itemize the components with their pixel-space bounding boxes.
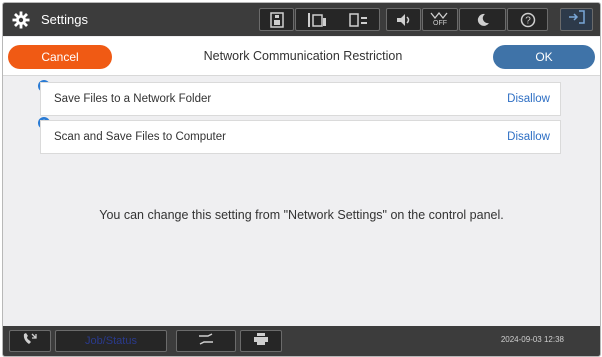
job-status-button[interactable]: Job/Status <box>55 330 167 352</box>
copy-button[interactable] <box>240 330 282 352</box>
wifi-off-label: OFF <box>433 20 447 27</box>
bottom-bar: Job/Status 2024-09-03 12:38 <box>3 326 600 356</box>
printer-icon <box>253 332 269 351</box>
list-item-value: Disallow <box>507 93 550 105</box>
info-message: You can change this setting from "Networ… <box>99 208 504 222</box>
logout-icon <box>568 10 586 29</box>
job-status-label: Job/Status <box>85 335 137 347</box>
logout-button[interactable] <box>560 8 593 31</box>
phone-icon <box>21 332 39 351</box>
status-paper-network[interactable] <box>295 8 380 31</box>
dialog-header: Cancel Network Communication Restriction… <box>3 37 600 76</box>
stop-icon <box>197 332 215 350</box>
wifi-off-icon[interactable]: OFF <box>422 8 458 31</box>
cancel-button[interactable]: Cancel <box>8 45 112 69</box>
ink-level-icon[interactable] <box>259 8 294 31</box>
list-item-value: Disallow <box>507 131 550 143</box>
printer-panel-screen: Settings OFF ? Cancel Network Communicat… <box>2 2 601 357</box>
sound-icon[interactable] <box>386 8 421 31</box>
top-bar: Settings OFF ? <box>3 3 600 36</box>
svg-text:?: ? <box>525 15 531 26</box>
app-title: Settings <box>41 12 88 27</box>
status-group-supplies <box>259 8 380 31</box>
paper-icon <box>306 12 328 28</box>
app-title-area: Settings <box>11 3 88 36</box>
gear-icon <box>11 10 31 30</box>
list-item-save-network-folder[interactable]: Save Files to a Network Folder Disallow <box>40 82 561 116</box>
fax-button[interactable] <box>9 330 51 352</box>
network-icon <box>347 12 369 28</box>
status-group-settings: OFF ? <box>386 8 548 31</box>
list-item-label: Scan and Save Files to Computer <box>54 131 226 143</box>
datetime: 2024-09-03 12:38 <box>500 335 564 344</box>
ok-button[interactable]: OK <box>493 45 595 69</box>
list-item-label: Save Files to a Network Folder <box>54 93 212 105</box>
sleep-icon[interactable] <box>459 8 506 31</box>
page-title: Network Communication Restriction <box>203 49 403 63</box>
stop-button[interactable] <box>176 330 236 352</box>
list-item-scan-save-computer[interactable]: Scan and Save Files to Computer Disallow <box>40 120 561 154</box>
help-icon[interactable]: ? <box>507 8 548 31</box>
